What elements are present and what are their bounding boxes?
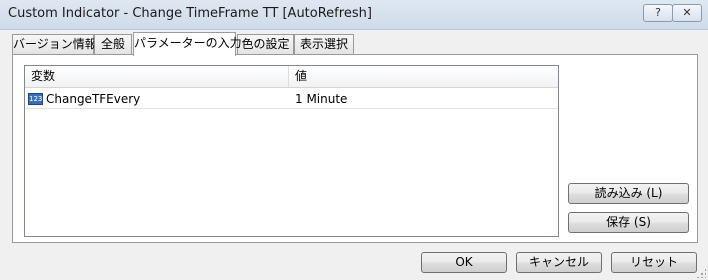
tab-general[interactable]: 全般	[94, 34, 132, 55]
column-header-value[interactable]: 値	[289, 66, 558, 87]
window-title: Custom Indicator - Change TimeFrame TT […	[8, 6, 372, 21]
close-button[interactable]: ✕	[672, 4, 702, 22]
parameters-list[interactable]: 変数 値 123 ChangeTFEvery 1 Minute	[24, 65, 559, 237]
save-button[interactable]: 保存 (S)	[568, 212, 689, 233]
tab-version-info[interactable]: バージョン情報	[12, 34, 97, 55]
table-row[interactable]: 123 ChangeTFEvery 1 Minute	[25, 89, 558, 109]
integer-param-icon: 123	[28, 93, 43, 105]
ok-button[interactable]: OK	[421, 252, 507, 273]
load-button[interactable]: 読み込み (L)	[568, 183, 689, 204]
column-header-variable[interactable]: 変数	[25, 66, 289, 87]
resize-grip-icon[interactable]	[696, 268, 706, 278]
param-name: ChangeTFEvery	[46, 92, 141, 106]
title-bar: Custom Indicator - Change TimeFrame TT […	[0, 0, 708, 30]
tab-parameters[interactable]: パラメーターの入力	[133, 32, 242, 56]
list-header: 変数 値	[25, 66, 558, 88]
cancel-button[interactable]: キャンセル	[516, 252, 602, 273]
help-button[interactable]: ?	[643, 4, 673, 22]
tab-visualization[interactable]: 表示選択	[294, 34, 354, 55]
reset-button[interactable]: リセット	[611, 252, 697, 273]
tab-colors[interactable]: 色の設定	[237, 34, 294, 55]
param-value[interactable]: 1 Minute	[295, 89, 347, 109]
